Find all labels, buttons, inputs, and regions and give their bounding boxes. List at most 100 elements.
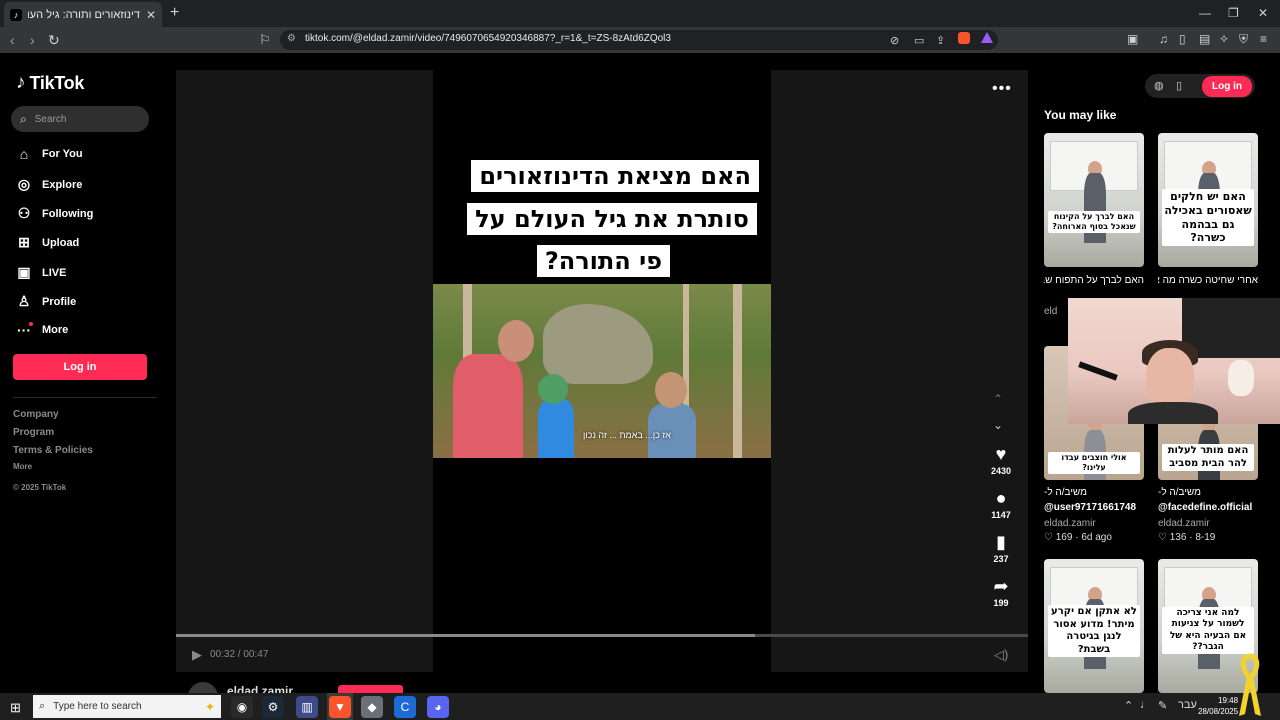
suggested-video-stats: ♡ 169 · 6d ago — [1044, 532, 1112, 543]
nav-explore[interactable]: ◎ Explore — [16, 176, 82, 193]
suggested-video-caption[interactable]: האם לברך על התפוח שבסוף הסעודה? — [1044, 275, 1144, 286]
tray-chevron-icon[interactable]: ⌃ — [1124, 699, 1133, 712]
ai-icon[interactable]: ✧ — [1219, 32, 1229, 46]
heart-icon: ♥ — [995, 444, 1007, 464]
suggested-video-caption[interactable]: -משיב/ה ל — [1044, 487, 1144, 498]
suggested-video-caption[interactable]: -משיב/ה ל — [1158, 487, 1258, 498]
forward-icon[interactable]: › — [30, 32, 35, 48]
vpn-icon[interactable]: ⛨ — [1239, 32, 1248, 47]
device-icon[interactable]: ▯ — [1176, 79, 1182, 92]
keyboard-language[interactable]: עבר — [1178, 699, 1197, 711]
site-info-icon[interactable]: ⚙ — [287, 33, 296, 44]
sidebar-icon[interactable]: ▯ — [1179, 32, 1186, 46]
brave-shield-icon[interactable] — [958, 32, 970, 44]
new-tab-button[interactable]: + — [170, 4, 179, 22]
comment-count: 1147 — [991, 510, 1011, 520]
play-icon[interactable]: ▶ — [192, 647, 202, 663]
mic-icon[interactable]: ♩ — [1140, 699, 1151, 711]
share-count: 199 — [993, 598, 1009, 608]
video-player[interactable]: האם מציאת הדינוזאורים סותרת את גיל העולם… — [176, 70, 1028, 672]
suggested-video-author[interactable]: eldad.zamir — [1158, 518, 1210, 529]
suggested-video-thumbnail[interactable]: האם יש חלקים שאסורים באכילה גם בבהמה כשר… — [1158, 133, 1258, 267]
minimize-button[interactable]: — — [1199, 6, 1211, 20]
windows-start-icon[interactable]: ⊞ — [10, 700, 21, 716]
nav-upload[interactable]: ⊞ Upload — [16, 234, 79, 251]
app-files-icon[interactable]: ▥ — [296, 696, 318, 718]
previous-video-icon[interactable]: ⌃ — [993, 392, 1003, 406]
footer-terms-link[interactable]: Terms & Policies — [13, 445, 93, 456]
pen-icon[interactable]: ✎ — [1158, 699, 1167, 712]
next-video-icon[interactable]: ⌄ — [993, 418, 1003, 432]
taskbar-clock[interactable]: 19:48 28/08/2025 — [1198, 695, 1238, 717]
search-input[interactable] — [34, 113, 135, 125]
footer-company-link[interactable]: Company — [13, 409, 59, 420]
app-shield-icon[interactable]: ◆ — [361, 696, 383, 718]
volume-icon[interactable]: ◁) — [994, 647, 1008, 663]
nav-following[interactable]: ⚇ Following — [16, 205, 94, 222]
close-window-button[interactable]: ✕ — [1258, 6, 1268, 20]
suggested-video-author[interactable]: eld — [1044, 306, 1057, 317]
search-box[interactable]: ⌕ — [11, 106, 149, 132]
live-icon: ▣ — [17, 264, 31, 280]
browser-tab-bar: ♪ דינוזאורים ותורה: גיל העולם לפי ✕ + — … — [0, 0, 1280, 27]
nav-for-you[interactable]: ⌂ For You — [16, 146, 83, 162]
nav-live[interactable]: ▣ LIVE — [16, 264, 66, 281]
progress-bar[interactable] — [176, 634, 1028, 637]
reader-mode-icon[interactable]: ▣ — [1127, 32, 1138, 46]
share-icon[interactable]: ⇪ — [936, 34, 945, 47]
app-discord-icon[interactable]: ◕ — [427, 696, 449, 718]
video-caption-overlay: האם מציאת הדינוזאורים סותרת את גיל העולם… — [455, 160, 771, 282]
restore-button[interactable]: ❐ — [1228, 6, 1239, 20]
bookmark-fill-icon: ▮ — [996, 532, 1006, 552]
app-c-icon[interactable]: C — [394, 696, 416, 718]
suggested-video-author[interactable]: eldad.zamir — [1044, 518, 1096, 529]
share-button[interactable]: ➦ 199 — [980, 576, 1022, 608]
app-obs-icon[interactable]: ◉ — [231, 696, 253, 718]
footer-program-link[interactable]: Program — [13, 427, 54, 438]
no-translate-icon[interactable]: ⊘ — [890, 34, 899, 47]
menu-icon[interactable]: ≡ — [1260, 32, 1267, 46]
suggested-video-mention[interactable]: @user97171661748 — [1044, 502, 1144, 513]
suggested-video-thumbnail[interactable]: לא אתקן אם יקרע מיתר! מדוע אסור לנגן בגי… — [1044, 559, 1144, 693]
browser-tab[interactable]: ♪ דינוזאורים ותורה: גיל העולם לפי ✕ — [4, 2, 162, 27]
app-steam-icon[interactable]: ⚙ — [262, 696, 284, 718]
cast-icon[interactable]: ▭ — [914, 34, 924, 47]
comment-icon: ● — [995, 488, 1007, 508]
profile-icon: ♙ — [17, 293, 31, 309]
bookmark-icon[interactable]: ⚐ — [259, 32, 271, 48]
coins-icon[interactable]: ◍ — [1154, 79, 1164, 92]
login-button-top[interactable]: Log in — [1202, 76, 1252, 97]
more-options-icon[interactable]: ••• — [992, 80, 1012, 98]
suggested-video-caption[interactable]: אחרי שחיטה כשרה מה אסור באכילה בבהמה? — [1158, 275, 1258, 286]
video-frame[interactable]: האם מציאת הדינוזאורים סותרת את גיל העולם… — [433, 70, 771, 672]
music-icon[interactable]: ♫ — [1159, 32, 1168, 46]
tab-title: דינוזאורים ותורה: גיל העולם לפי — [28, 8, 140, 21]
taskbar-search[interactable]: ⌕ Type here to search ✦ — [33, 695, 221, 718]
copyright-text: © 2025 TikTok — [13, 483, 67, 492]
tab-close-icon[interactable]: ✕ — [146, 8, 156, 22]
like-button[interactable]: ♥ 2430 — [980, 444, 1022, 476]
suggested-video-thumbnail[interactable]: האם לברך על הקינוח שנאכל בסוף הארוחה? — [1044, 133, 1144, 267]
login-button[interactable]: Log in — [13, 354, 147, 380]
save-button[interactable]: ▮ 237 — [980, 532, 1022, 564]
video-scene-image: אז כן... באמת ... זה נכון — [433, 284, 771, 458]
search-icon: ⌕ — [20, 111, 27, 126]
playback-time: 00:32 / 00:47 — [210, 649, 269, 660]
reload-icon[interactable]: ↻ — [48, 32, 60, 49]
tiktok-favicon-icon: ♪ — [10, 8, 22, 21]
comment-button[interactable]: ● 1147 — [980, 488, 1022, 520]
nav-profile[interactable]: ♙ Profile — [16, 293, 77, 310]
app-brave-icon[interactable]: ▼ — [329, 696, 351, 718]
search-icon: ⌕ — [39, 700, 46, 712]
tiktok-logo[interactable]: ♪ TikTok — [16, 72, 84, 94]
footer-more-link[interactable]: More — [13, 462, 32, 471]
nav-more[interactable]: ··· More — [16, 322, 68, 338]
brave-rewards-icon[interactable] — [981, 32, 993, 43]
wallet-icon[interactable]: ▤ — [1199, 32, 1210, 46]
suggested-video-mention[interactable]: @facedefine.official — [1158, 502, 1258, 513]
suggested-video-stats: ♡ 136 · 8-19 — [1158, 532, 1216, 543]
dinosaur-figure — [543, 304, 653, 384]
back-icon[interactable]: ‹ — [10, 32, 15, 48]
progress-fill — [176, 634, 756, 637]
url-field[interactable]: ⚙ tiktok.com/@eldad.zamir/video/74960706… — [280, 30, 998, 50]
